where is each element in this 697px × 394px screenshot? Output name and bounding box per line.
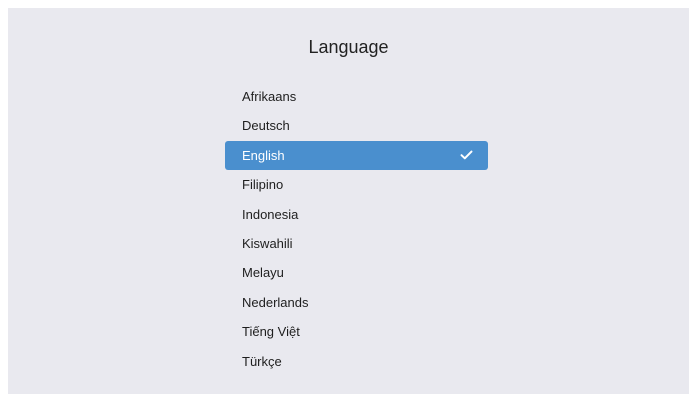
language-item-afrikaans[interactable]: Afrikaans — [225, 82, 488, 111]
language-item-melayu[interactable]: Melayu — [225, 258, 488, 287]
language-item-english[interactable]: English — [225, 140, 488, 171]
language-item-turkce[interactable]: Türkçe — [225, 347, 488, 376]
language-item-kiswahili[interactable]: Kiswahili — [225, 229, 488, 258]
page-title: Language — [308, 37, 389, 57]
language-screen: Language Afrikaans Deutsch English Filip… — [8, 8, 689, 394]
language-label: Nederlands — [242, 294, 309, 310]
language-label: Türkçe — [242, 353, 282, 369]
language-label: Deutsch — [242, 118, 290, 134]
language-label: Indonesia — [242, 206, 299, 222]
language-label: Tiếng Việt — [242, 324, 300, 340]
language-item-indonesia[interactable]: Indonesia — [225, 200, 488, 229]
language-label: English — [242, 147, 285, 163]
language-item-filipino[interactable]: Filipino — [225, 170, 488, 199]
checkmark-icon — [460, 141, 473, 170]
language-item-deutsch[interactable]: Deutsch — [225, 111, 488, 140]
language-label: Filipino — [242, 177, 284, 193]
language-label: Melayu — [242, 265, 284, 281]
language-label: Kiswahili — [242, 235, 293, 251]
language-list: Afrikaans Deutsch English Filipino Indon… — [225, 82, 488, 376]
language-item-tieng-viet[interactable]: Tiếng Việt — [225, 317, 488, 346]
language-label: Afrikaans — [242, 89, 297, 104]
language-item-nederlands[interactable]: Nederlands — [225, 288, 488, 317]
